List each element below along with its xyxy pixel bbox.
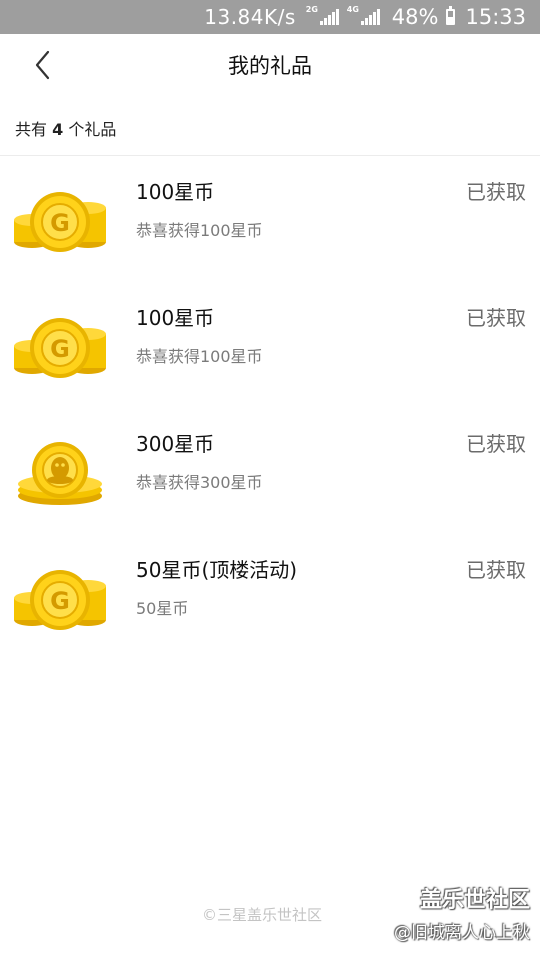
svg-text:G: G <box>50 209 70 237</box>
sim2-tag: 4G <box>346 5 359 14</box>
svg-text:G: G <box>50 587 70 615</box>
gift-item[interactable]: 300星币 恭喜获得300星币 已获取 <box>0 408 540 534</box>
gift-name: 50星币(顶楼活动) <box>136 558 298 582</box>
sim1-tag: 2G <box>305 5 318 14</box>
gift-count: 4 <box>52 120 64 139</box>
count-prefix: 共有 <box>15 120 48 139</box>
nav-header: 我的礼品 <box>0 34 540 96</box>
battery-percent: 48% <box>391 5 439 29</box>
page-title: 我的礼品 <box>228 54 312 78</box>
gift-description: 恭喜获得100星币 <box>136 221 263 240</box>
watermark-copyright: ©三星盖乐世社区 <box>202 906 323 924</box>
gift-description: 恭喜获得100星币 <box>136 347 263 366</box>
network-speed: 13.84K/s <box>204 5 296 29</box>
clock: 15:33 <box>465 5 526 29</box>
watermark-logo: 盖乐世社区 <box>419 888 530 913</box>
gift-status: 已获取 <box>466 180 526 204</box>
gift-status: 已获取 <box>466 306 526 330</box>
gift-item[interactable]: G 50星币(顶楼活动) 50星币 已获取 <box>0 534 540 660</box>
gift-name: 300星币 <box>136 432 215 456</box>
gold-coin-g-icon: G <box>14 192 106 252</box>
gift-status: 已获取 <box>466 432 526 456</box>
gold-coin-g-icon: G <box>14 570 106 630</box>
gift-name: 100星币 <box>136 180 215 204</box>
count-suffix: 个礼品 <box>68 120 117 139</box>
gift-description: 恭喜获得300星币 <box>136 473 263 492</box>
gold-coin-penguin-icon <box>18 442 102 505</box>
status-bar: 13.84K/s 2G 4G 48% 15:33 <box>0 0 540 34</box>
gold-coin-g-icon: G <box>14 318 106 378</box>
watermark-username: @旧城离人心上秋 <box>394 923 530 943</box>
gift-status: 已获取 <box>466 558 526 582</box>
gift-name: 100星币 <box>136 306 215 330</box>
gift-description: 50星币 <box>136 599 189 618</box>
svg-text:G: G <box>50 335 70 363</box>
gift-item[interactable]: G 100星币 恭喜获得100星币 已获取 <box>0 156 540 282</box>
gift-item[interactable]: G 100星币 恭喜获得100星币 已获取 <box>0 282 540 408</box>
battery-icon <box>446 6 456 25</box>
sim1-signal-icon: 2G <box>306 5 339 25</box>
sim2-signal-icon: 4G <box>347 5 380 25</box>
gift-count-summary: 共有 4 个礼品 <box>15 116 116 140</box>
